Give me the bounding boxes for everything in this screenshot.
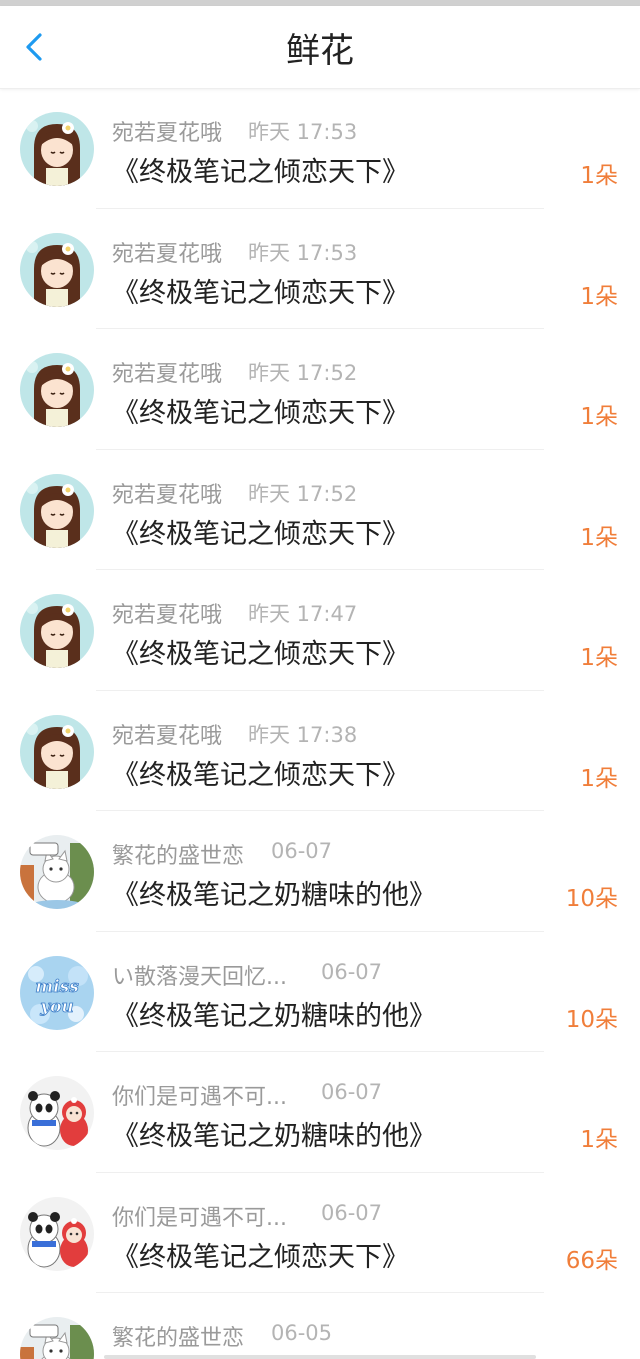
avatar[interactable] [20, 232, 94, 307]
avatar[interactable] [20, 1076, 94, 1150]
svg-text:miss: miss [35, 977, 79, 997]
flower-count: 66朵 [565, 1247, 618, 1274]
avatar[interactable] [20, 1317, 94, 1359]
flower-count: 1朵 [580, 765, 618, 792]
flower-count: 1朵 [580, 283, 618, 310]
flower-count: 1朵 [580, 404, 618, 430]
flower-count: 1朵 [580, 645, 618, 671]
book-title: 《终极笔记之倾恋天下》 [112, 639, 409, 670]
list-item[interactable]: 宛若夏花哦 昨天 17:53 《终极笔记之倾恋天下》 1朵 [0, 88, 640, 209]
flower-count: 1朵 [580, 1127, 618, 1153]
avatar[interactable] [20, 594, 94, 668]
sender-name: 宛若夏花哦 [112, 362, 223, 387]
list-item[interactable]: miss you い散落漫天回忆... 06-07 《终极笔记之奶糖味的他》 10朵 [0, 932, 640, 1052]
avatar[interactable] [20, 714, 94, 789]
flower-count: 1朵 [580, 524, 618, 551]
book-title: 《终极笔记之倾恋天下》 [112, 398, 409, 429]
list-item[interactable]: 繁花的盛世恋 06-05 [0, 1293, 640, 1359]
sender-name: 繁花的盛世恋 [112, 844, 245, 869]
list-item[interactable]: 繁花的盛世恋 06-07 《终极笔记之奶糖味的他》 10朵 [0, 811, 640, 932]
book-title: 《终极笔记之倾恋天下》 [112, 157, 409, 188]
gift-time: 昨天 17:38 [248, 722, 358, 747]
list-item[interactable]: 宛若夏花哦 昨天 17:52 《终极笔记之倾恋天下》 1朵 [0, 450, 640, 570]
gift-time: 昨天 17:52 [248, 361, 358, 385]
sender-name: 繁花的盛世恋 [112, 1326, 245, 1351]
book-title: 《终极笔记之奶糖味的他》 [112, 1121, 436, 1152]
svg-text:you: you [39, 997, 74, 1017]
book-title: 《终极笔记之倾恋天下》 [112, 1241, 409, 1273]
book-title: 《终极笔记之奶糖味的他》 [112, 880, 436, 911]
gift-time: 06-07 [321, 1080, 383, 1104]
sender-name: 宛若夏花哦 [112, 603, 223, 628]
scroll-indicator [104, 1355, 536, 1359]
sender-name: 你们是可遇不可... [112, 1205, 287, 1231]
flower-gift-list: 宛若夏花哦 昨天 17:53 《终极笔记之倾恋天下》 1朵 宛若夏花哦 昨天 17:53 《… [0, 88, 640, 1359]
avatar[interactable] [20, 112, 94, 186]
list-item[interactable]: 你们是可遇不可... 06-07 《终极笔记之奶糖味的他》 1朵 [0, 1052, 640, 1173]
gift-time: 昨天 17:52 [248, 481, 358, 506]
list-item[interactable]: 宛若夏花哦 昨天 17:53 《终极笔记之倾恋天下》 1朵 [0, 209, 640, 329]
flower-count: 10朵 [565, 1006, 618, 1033]
list-item[interactable]: 宛若夏花哦 昨天 17:38 《终极笔记之倾恋天下》 1朵 [0, 691, 640, 811]
avatar[interactable] [20, 473, 94, 548]
sender-name: い散落漫天回忆... [112, 964, 287, 990]
list-item[interactable]: 宛若夏花哦 昨天 17:52 《终极笔记之倾恋天下》 1朵 [0, 329, 640, 450]
gift-time: 06-05 [271, 1321, 333, 1345]
gift-time: 06-07 [321, 959, 383, 984]
sender-name: 宛若夏花哦 [112, 723, 223, 749]
flower-count: 10朵 [565, 886, 618, 912]
flowers-page: 鲜花 宛若夏花哦 昨天 17:53 《终极笔记之倾恋天下》 1朵 宛若夏花哦 昨天 17:… [0, 0, 640, 1359]
header-bar: 鲜花 [0, 6, 640, 89]
avatar[interactable] [20, 835, 94, 909]
gift-time: 06-07 [271, 839, 333, 863]
flower-count: 1朵 [580, 163, 618, 189]
gift-time: 昨天 17:53 [248, 240, 358, 265]
book-title: 《终极笔记之倾恋天下》 [112, 759, 409, 791]
sender-name: 宛若夏花哦 [112, 482, 223, 508]
sender-name: 宛若夏花哦 [112, 241, 223, 267]
avatar[interactable] [20, 353, 94, 427]
book-title: 《终极笔记之奶糖味的他》 [112, 1000, 436, 1032]
book-title: 《终极笔记之倾恋天下》 [112, 277, 409, 309]
book-title: 《终极笔记之倾恋天下》 [112, 518, 409, 550]
page-title: 鲜花 [286, 31, 354, 71]
gift-time: 06-07 [321, 1200, 383, 1225]
sender-name: 宛若夏花哦 [112, 121, 223, 146]
avatar[interactable] [20, 1196, 94, 1271]
list-item[interactable]: 宛若夏花哦 昨天 17:47 《终极笔记之倾恋天下》 1朵 [0, 570, 640, 691]
gift-time: 昨天 17:53 [248, 120, 358, 144]
sender-name: 你们是可遇不可... [112, 1085, 287, 1110]
gift-time: 昨天 17:47 [248, 602, 358, 626]
list-item[interactable]: 你们是可遇不可... 06-07 《终极笔记之倾恋天下》 66朵 [0, 1173, 640, 1293]
avatar[interactable]: miss you [20, 955, 94, 1030]
